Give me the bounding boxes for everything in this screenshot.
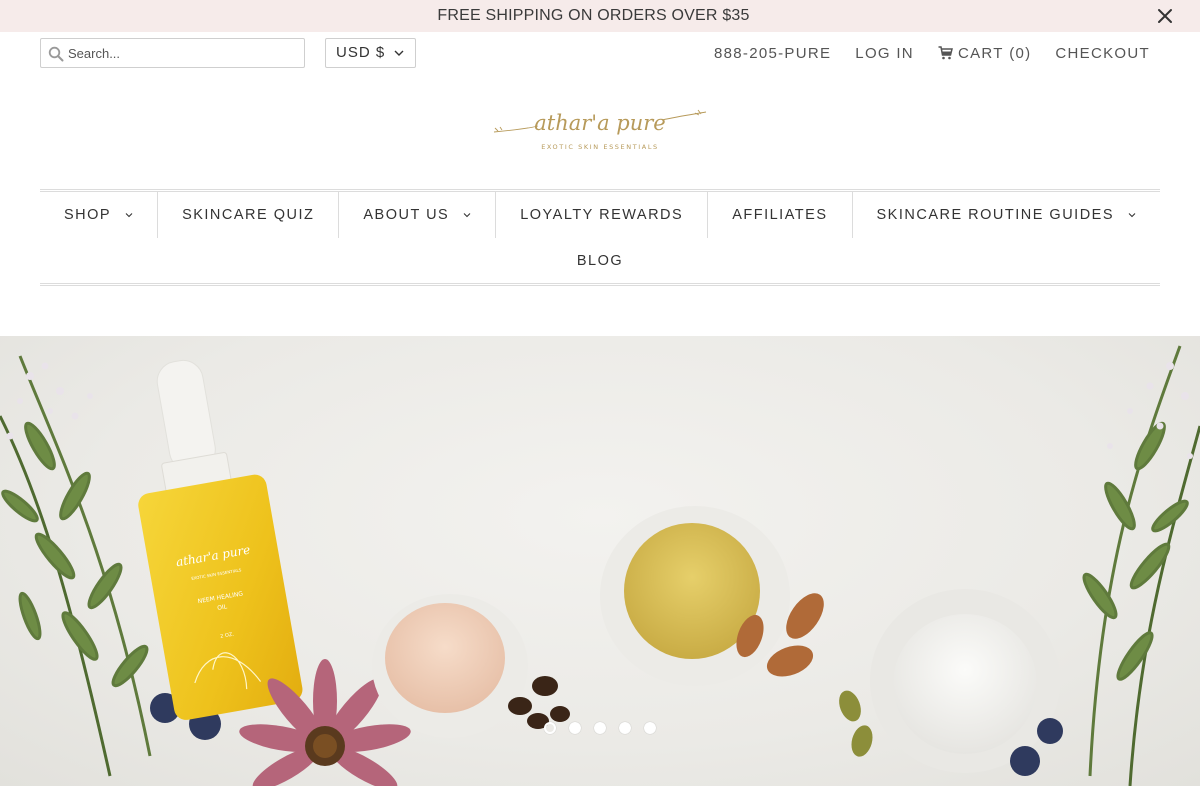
oil-bottle: athar'a pure EXOTIC SKIN ESSENTIALS NEEM… [138, 359, 303, 720]
nav-label: SKINCARE ROUTINE GUIDES [876, 207, 1115, 223]
nav-item-shop[interactable]: SHOP [40, 192, 159, 238]
svg-text:EXOTIC SKIN ESSENTIALS: EXOTIC SKIN ESSENTIALS [541, 143, 659, 151]
svg-text:athar'a pure: athar'a pure [534, 111, 665, 135]
announcement-bar: FREE SHIPPING ON ORDERS OVER $35 [0, 0, 1200, 32]
nav-item-skincare-routine-guides[interactable]: SKINCARE ROUTINE GUIDES [853, 192, 1161, 238]
phone-link[interactable]: 888-205-PURE [714, 45, 831, 62]
chevron-down-icon [1128, 213, 1136, 218]
nav-label: SKINCARE QUIZ [182, 207, 315, 223]
nav-label: ABOUT US [363, 207, 450, 223]
checkout-link[interactable]: CHECKOUT [1055, 45, 1150, 62]
cart-count: (0) [1009, 44, 1032, 62]
nav-item-blog[interactable]: BLOG [553, 238, 647, 284]
slide-dot[interactable] [619, 722, 631, 734]
nav-row: SHOP SKINCARE QUIZ ABOUT US LOYALTY REWA… [40, 192, 1160, 238]
slide-indicators [544, 722, 656, 734]
search-box [40, 38, 305, 68]
nav-item-loyalty-rewards[interactable]: LOYALTY REWARDS [496, 192, 709, 238]
slide-dot[interactable] [569, 722, 581, 734]
cart-icon [938, 46, 953, 60]
nav-label: BLOG [576, 253, 624, 269]
foliage-right [1082, 345, 1200, 786]
login-link[interactable]: LOG IN [855, 45, 914, 62]
slide-dot[interactable] [644, 722, 656, 734]
hero-image: athar'a pure EXOTIC SKIN ESSENTIALS NEEM… [0, 345, 1200, 786]
cart-link[interactable]: CART (0) [938, 45, 1031, 62]
nav-label: SHOP [63, 207, 112, 223]
nav-item-affiliates[interactable]: AFFILIATES [708, 192, 853, 238]
search-input[interactable] [68, 39, 302, 67]
cart-label: CART [957, 44, 1004, 62]
chevron-down-icon [394, 50, 404, 56]
currency-value: USD $ [336, 44, 386, 61]
close-icon[interactable] [1156, 7, 1174, 25]
cream-jar-pink [372, 594, 528, 738]
chevron-down-icon [463, 213, 471, 218]
account-links: 888-205-PURE LOG IN CART (0) CHECKOUT [714, 38, 1150, 68]
nav-item-about-us[interactable]: ABOUT US [339, 192, 497, 238]
nav-item-skincare-quiz[interactable]: SKINCARE QUIZ [158, 192, 340, 238]
slide-dot[interactable] [594, 722, 606, 734]
cardamom-pods [839, 690, 873, 757]
nav-row: BLOG [40, 238, 1160, 283]
nav-label: LOYALTY REWARDS [520, 207, 684, 223]
chevron-down-icon [125, 213, 133, 218]
cream-jar-white [870, 589, 1060, 773]
powder-bowl [600, 506, 790, 686]
main-nav: SHOP SKINCARE QUIZ ABOUT US LOYALTY REWA… [40, 189, 1160, 286]
search-icon[interactable] [48, 46, 64, 62]
nav-label: AFFILIATES [732, 207, 828, 223]
announcement-text: FREE SHIPPING ON ORDERS OVER $35 [437, 7, 750, 24]
slide-dot[interactable] [544, 722, 556, 734]
hero-slideshow[interactable]: athar'a pure EXOTIC SKIN ESSENTIALS NEEM… [0, 336, 1200, 786]
brand-logo[interactable]: athar'a pure EXOTIC SKIN ESSENTIALS [490, 104, 710, 158]
currency-selector[interactable]: USD $ [325, 38, 416, 68]
